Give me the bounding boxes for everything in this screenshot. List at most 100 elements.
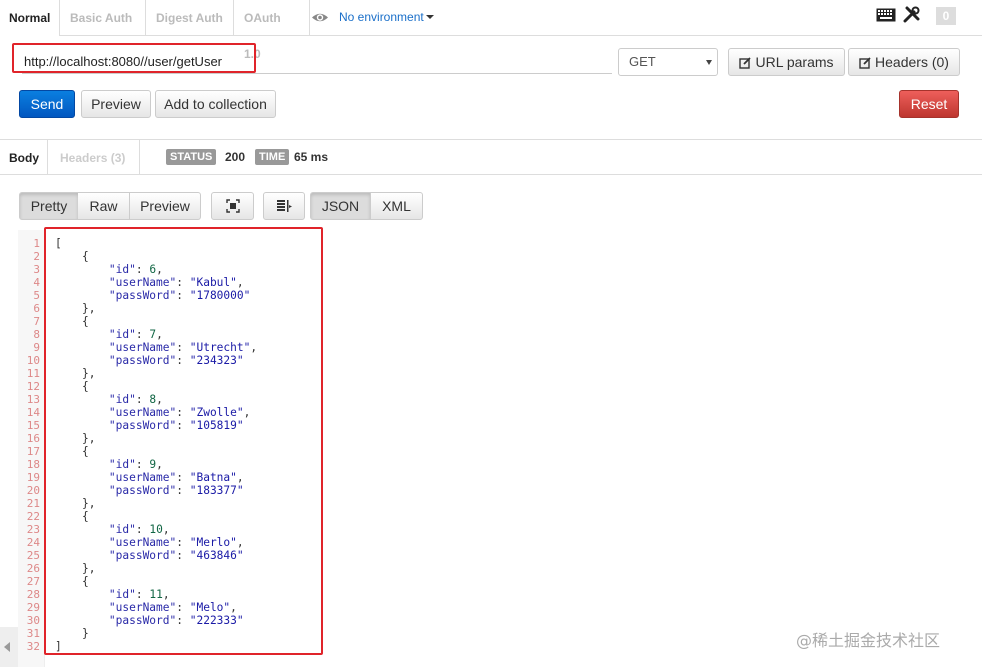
- line-number: 19: [26, 471, 40, 484]
- environment-selector[interactable]: No environment: [339, 10, 434, 24]
- tab-digest-auth[interactable]: Digest Auth: [146, 0, 234, 36]
- chevron-down-icon: [706, 60, 712, 65]
- tab-body[interactable]: Body: [0, 140, 48, 175]
- tab-basic-auth[interactable]: Basic Auth: [60, 0, 146, 36]
- time-value: 65 ms: [294, 150, 329, 164]
- code-line: "userName": "Utrecht",: [108, 341, 258, 354]
- code-line: {: [81, 250, 89, 263]
- code-line: "userName": "Kabul",: [108, 276, 244, 289]
- line-number: 23: [26, 523, 40, 536]
- code-line: "id": 10,: [108, 523, 170, 536]
- code-line: "userName": "Zwolle",: [108, 406, 251, 419]
- code-line: }: [81, 627, 89, 640]
- line-number: 12: [26, 380, 40, 393]
- add-to-collection-button[interactable]: Add to collection: [155, 90, 276, 118]
- keyboard-icon[interactable]: [876, 8, 896, 22]
- code-line: "id": 8,: [108, 393, 163, 406]
- code-line: "passWord": "234323": [108, 354, 244, 367]
- tab-normal[interactable]: Normal: [0, 0, 60, 36]
- code-line: {: [81, 315, 89, 328]
- json-code: [ { "id": 6, "userName": "Kabul", "passW…: [55, 237, 257, 653]
- line-number: 28: [26, 588, 40, 601]
- line-number: 3: [33, 263, 40, 276]
- code-line: {: [81, 445, 89, 458]
- code-line: "passWord": "1780000": [108, 289, 251, 302]
- line-number: 13: [26, 393, 40, 406]
- line-number: 14: [26, 406, 40, 419]
- time-label: TIME: [255, 149, 290, 165]
- scroll-left-button[interactable]: [0, 627, 18, 667]
- code-line: },: [81, 367, 96, 380]
- line-number: 21: [26, 497, 40, 510]
- format-xml-button[interactable]: XML: [370, 192, 423, 220]
- edit-icon: [739, 57, 752, 69]
- line-number: 6: [33, 302, 40, 315]
- line-number: 18: [26, 458, 40, 471]
- url-params-button[interactable]: URL params: [728, 48, 845, 76]
- tab-oauth[interactable]: OAuth 1.0: [234, 0, 310, 61]
- line-number: 32: [26, 640, 40, 653]
- view-preview-button[interactable]: Preview: [129, 192, 201, 220]
- code-line: "id": 11,: [108, 588, 170, 601]
- wrap-lines-button[interactable]: [263, 192, 305, 220]
- code-line: "passWord": "105819": [108, 419, 244, 432]
- code-line: "id": 6,: [108, 263, 163, 276]
- fullscreen-icon: [225, 199, 240, 213]
- code-line: "userName": "Batna",: [108, 471, 244, 484]
- settings-tools-icon[interactable]: [903, 6, 920, 23]
- headers-button[interactable]: Headers (0): [848, 48, 960, 76]
- code-line: "id": 9,: [108, 458, 163, 471]
- line-number: 24: [26, 536, 40, 549]
- line-number: 31: [26, 627, 40, 640]
- code-line: "id": 7,: [108, 328, 163, 341]
- line-number: 10: [26, 354, 40, 367]
- line-number: 30: [26, 614, 40, 627]
- count-badge: 0: [936, 7, 956, 25]
- code-line: "userName": "Melo",: [108, 601, 237, 614]
- eye-icon[interactable]: [311, 11, 329, 24]
- line-number: 16: [26, 432, 40, 445]
- line-number: 1: [33, 237, 40, 250]
- line-number: 7: [33, 315, 40, 328]
- line-number: 29: [26, 601, 40, 614]
- code-line: },: [81, 432, 96, 445]
- format-json-button[interactable]: JSON: [310, 192, 371, 220]
- line-number: 27: [26, 575, 40, 588]
- code-line: [: [55, 237, 62, 250]
- view-pretty-button[interactable]: Pretty: [19, 192, 79, 220]
- line-number: 4: [33, 276, 40, 289]
- status-label: STATUS: [166, 149, 217, 165]
- code-line: },: [81, 497, 96, 510]
- code-line: {: [81, 575, 89, 588]
- line-number: 25: [26, 549, 40, 562]
- tab-response-headers[interactable]: Headers (3): [48, 140, 140, 175]
- line-number: 5: [33, 289, 40, 302]
- response-body-viewer[interactable]: 1 2 3 4 5 6 7 8 9 10 11 12 13 14 15 16 17 18 19 20 21 22 23 24 2…: [18, 230, 982, 667]
- auth-tab-bar: Normal Basic Auth Digest Auth OAuth 1.0: [0, 0, 982, 61]
- arrow-left-icon: [4, 642, 10, 652]
- code-line: "passWord": "183377": [108, 484, 244, 497]
- code-line: },: [81, 302, 96, 315]
- line-number: 26: [26, 562, 40, 575]
- code-line: "userName": "Merlo",: [108, 536, 244, 549]
- watermark: @稀土掘金技术社区: [796, 631, 941, 650]
- url-input[interactable]: [22, 50, 612, 74]
- line-number: 8: [33, 328, 40, 341]
- line-number: 11: [26, 367, 40, 380]
- response-bar: Body Headers (3) STATUS 200 TIME 65 ms: [0, 139, 982, 175]
- fullscreen-button[interactable]: [211, 192, 254, 220]
- line-number: 20: [26, 484, 40, 497]
- method-select[interactable]: GET: [618, 48, 718, 76]
- send-button[interactable]: Send: [19, 90, 75, 118]
- code-line: ]: [55, 640, 62, 653]
- wrap-lines-icon: [277, 200, 292, 212]
- code-line: "passWord": "222333": [108, 614, 244, 627]
- code-line: },: [81, 562, 96, 575]
- line-number: 2: [33, 250, 40, 263]
- reset-button[interactable]: Reset: [899, 90, 959, 118]
- preview-button[interactable]: Preview: [81, 90, 151, 118]
- line-number: 9: [33, 341, 40, 354]
- view-raw-button[interactable]: Raw: [78, 192, 130, 220]
- line-number: 22: [26, 510, 40, 523]
- status-value: 200: [225, 150, 246, 164]
